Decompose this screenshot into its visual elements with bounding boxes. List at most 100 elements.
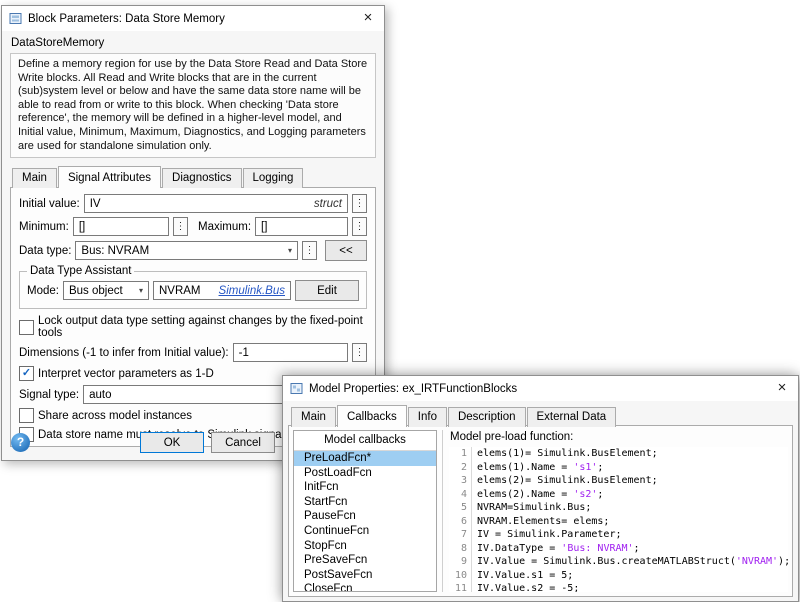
model-callbacks-list: Model callbacks PreLoadFcn* PostLoadFcn In…	[293, 430, 437, 592]
block-dialog-tabstrip: Main Signal Attributes Diagnostics Logging	[10, 165, 376, 189]
model-dialog-titlebar[interactable]: Model Properties: ex_IRTFunctionBlocks ×	[283, 376, 798, 401]
line-number: 6	[449, 514, 472, 528]
ok-button[interactable]: OK	[140, 432, 204, 453]
callback-item-continuefcn[interactable]: ContinueFcn	[294, 524, 436, 539]
model-properties-dialog: Model Properties: ex_IRTFunctionBlocks ×…	[282, 375, 799, 602]
tab-description[interactable]: Description	[447, 407, 526, 427]
model-dialog-close-icon[interactable]: ×	[766, 376, 798, 401]
cancel-button[interactable]: Cancel	[211, 432, 275, 453]
simulink-bus-link[interactable]: Simulink.Bus	[219, 285, 285, 297]
lock-output-checkbox[interactable]	[19, 319, 34, 335]
bus-object-name-input[interactable]: NVRAM Simulink.Bus	[152, 281, 291, 301]
code-text: elems(1)= Simulink.BusElement;	[477, 448, 658, 459]
data-type-combobox[interactable]: Bus: NVRAM ▾	[75, 241, 298, 261]
dimensions-label: Dimensions (-1 to infer from Initial val…	[19, 346, 229, 359]
maximum-input[interactable]: []	[255, 217, 348, 237]
code-text: IV.Value.s2 = -5;	[477, 583, 580, 592]
data-type-label: Data type:	[19, 244, 72, 257]
line-number: 8	[449, 541, 472, 555]
minimum-menu-button[interactable]: ⋮	[173, 217, 188, 237]
code-text: IV = Simulink.Parameter;	[477, 529, 622, 540]
initial-value-menu-button[interactable]: ⋮	[352, 194, 367, 214]
initial-value-row: Initial value: IV struct ⋮	[19, 194, 367, 214]
code-text: NVRAM=Simulink.Bus;	[477, 502, 592, 513]
dimensions-text: -1	[238, 346, 249, 359]
code-text: elems(2).Name = 's2';	[477, 488, 604, 500]
block-dialog-close-icon[interactable]: ×	[352, 6, 384, 31]
code-text: IV.Value = Simulink.Bus.createMATLABStru…	[477, 556, 788, 567]
tab-info[interactable]: Info	[407, 407, 447, 427]
line-number: 9	[449, 555, 472, 569]
interpret-1d-label: Interpret vector parameters as 1-D	[38, 367, 214, 380]
line-number: 3	[449, 474, 472, 488]
code-line: 2 elems(1).Name = 's1';	[449, 460, 788, 474]
code-line: 6 NVRAM.Elements= elems;	[449, 514, 788, 528]
help-icon[interactable]: ?	[11, 433, 30, 452]
callback-item-presavefcn[interactable]: PreSaveFcn	[294, 553, 436, 568]
tab-signal-attributes[interactable]: Signal Attributes	[57, 166, 162, 189]
code-text: elems(2)= Simulink.BusElement;	[477, 475, 658, 486]
data-type-assistant-group: Data Type Assistant Mode: Bus object ▾ N…	[19, 265, 367, 310]
interpret-1d-checkbox[interactable]: ✓	[19, 366, 34, 382]
tab-main[interactable]: Main	[291, 407, 336, 427]
mode-combobox[interactable]: Bus object ▾	[62, 281, 149, 301]
line-number: 11	[449, 582, 472, 592]
code-label: Model pre-load function:	[450, 431, 574, 443]
block-dialog-icon	[9, 12, 22, 25]
code-line: 11 IV.Value.s2 = -5;	[449, 582, 788, 592]
data-type-assistant-title: Data Type Assistant	[30, 265, 132, 278]
lock-output-row: Lock output data type setting against ch…	[19, 315, 367, 339]
tab-logging[interactable]: Logging	[242, 168, 304, 189]
minimum-input[interactable]: []	[72, 217, 169, 237]
signal-type-label: Signal type:	[19, 388, 80, 401]
chevron-down-icon: ▾	[287, 246, 292, 256]
data-type-menu-button[interactable]: ⋮	[302, 241, 317, 261]
line-number: 5	[449, 501, 472, 515]
share-instances-label: Share across model instances	[38, 409, 193, 422]
tab-callbacks[interactable]: Callbacks	[336, 405, 407, 427]
initial-value-type-hint: struct	[313, 197, 342, 210]
maximum-text: []	[261, 220, 268, 233]
callback-item-startfcn[interactable]: StartFcn	[294, 495, 436, 510]
edit-button[interactable]: Edit	[295, 280, 359, 302]
model-dialog-icon	[290, 382, 303, 395]
block-dialog-title: Block Parameters: Data Store Memory	[28, 12, 225, 25]
block-dialog-titlebar[interactable]: Block Parameters: Data Store Memory ×	[2, 6, 384, 31]
mode-label: Mode:	[27, 284, 59, 297]
code-line: 9 IV.Value = Simulink.Bus.createMATLABStr…	[449, 555, 788, 569]
tab-diagnostics[interactable]: Diagnostics	[162, 168, 242, 189]
callback-item-pausefcn[interactable]: PauseFcn	[294, 509, 436, 524]
code-text: IV.Value.s1 = 5;	[477, 569, 574, 581]
line-number: 7	[449, 528, 472, 542]
code-editor[interactable]: 1 elems(1)= Simulink.BusElement; 2 elems(1)…	[449, 447, 788, 592]
lock-output-label: Lock output data type setting against ch…	[38, 315, 363, 340]
tab-main[interactable]: Main	[12, 168, 57, 189]
share-instances-checkbox[interactable]	[19, 408, 34, 424]
code-line: 4 elems(2).Name = 's2';	[449, 487, 788, 501]
callbacks-panel: Model callbacks PreLoadFcn* PostLoadFcn In…	[288, 425, 793, 597]
dimensions-input[interactable]: -1	[232, 343, 348, 363]
code-line: 3 elems(2)= Simulink.BusElement;	[449, 474, 788, 488]
dimensions-row: Dimensions (-1 to infer from Initial val…	[19, 343, 367, 363]
initial-value-input[interactable]: IV struct	[83, 194, 348, 214]
block-description: Define a memory region for use by the Da…	[10, 53, 376, 159]
callback-item-postsavefcn[interactable]: PostSaveFcn	[294, 568, 436, 583]
callback-item-closefcn[interactable]: CloseFcn	[294, 582, 436, 591]
minimum-label: Minimum:	[19, 220, 69, 233]
callback-item-preloadfcn[interactable]: PreLoadFcn*	[294, 451, 436, 466]
tab-external-data[interactable]: External Data	[526, 407, 617, 427]
code-line: 7 IV = Simulink.Parameter;	[449, 528, 788, 542]
line-number: 10	[449, 568, 472, 582]
code-text: elems(1).Name = 's1';	[477, 461, 604, 473]
dimensions-menu-button[interactable]: ⋮	[352, 343, 367, 363]
data-type-text: Bus: NVRAM	[81, 244, 150, 257]
line-number: 1	[449, 447, 472, 461]
callback-item-stopfcn[interactable]: StopFcn	[294, 539, 436, 554]
maximum-menu-button[interactable]: ⋮	[352, 217, 367, 237]
code-line: 8 IV.DataType = 'Bus: NVRAM';	[449, 541, 788, 555]
callback-item-postloadfcn[interactable]: PostLoadFcn	[294, 466, 436, 481]
callback-item-initfcn[interactable]: InitFcn	[294, 480, 436, 495]
model-dialog-title: Model Properties: ex_IRTFunctionBlocks	[309, 382, 518, 395]
code-text: IV.DataType = 'Bus: NVRAM';	[477, 542, 640, 554]
assistant-collapse-button[interactable]: <<	[325, 240, 367, 262]
